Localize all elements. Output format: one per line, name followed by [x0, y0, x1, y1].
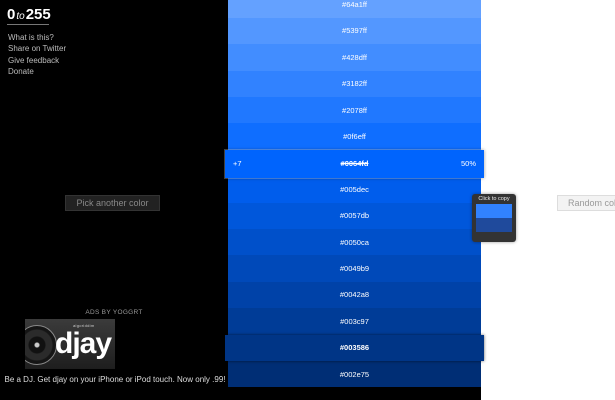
- swatch-row[interactable]: #5397ff: [228, 17, 481, 45]
- swatch-row[interactable]: #0042a8: [228, 281, 481, 309]
- swatch-hex: #003c97: [340, 316, 369, 326]
- swatch-column: #64a1ff #5397ff #428dff #3182ff #2078ff #0f6e…: [225, 0, 484, 400]
- swatch-hex: #3182ff: [342, 79, 367, 89]
- copy-tooltip-swatch-top: [476, 204, 512, 218]
- swatch-hex: #428dff: [342, 52, 367, 62]
- swatch-percent: 50%: [460, 159, 476, 169]
- swatch-row[interactable]: #002e75: [228, 361, 481, 388]
- swatch-hex: #2078ff: [342, 105, 367, 115]
- swatch-hex: #0049b9: [339, 264, 370, 274]
- swatch-row[interactable]: #3182ff: [228, 70, 481, 97]
- logo-underline: [7, 24, 49, 25]
- logo-zero: 0: [7, 6, 16, 23]
- swatch-hex: #0064fd: [340, 159, 369, 169]
- nav-donate[interactable]: Donate: [8, 66, 66, 77]
- swatch-row[interactable]: #0057db: [228, 202, 481, 229]
- swatch-row[interactable]: #0f6eff: [228, 123, 481, 150]
- swatch-row[interactable]: #0049b9: [228, 255, 481, 282]
- swatch-row[interactable]: #005dec: [228, 176, 481, 203]
- pick-another-color-button[interactable]: Pick another color: [65, 195, 160, 211]
- logo-max: 255: [25, 6, 51, 23]
- swatch-step: +7: [233, 159, 242, 169]
- vinyl-disc-icon: [25, 325, 57, 365]
- nav-what-is-this[interactable]: What is this?: [8, 32, 66, 43]
- logo-to: to: [16, 11, 25, 22]
- swatch-hex: #0f6eff: [343, 132, 366, 142]
- copy-tooltip-label: Click to copy: [478, 196, 510, 202]
- swatch-row[interactable]: #003c97: [228, 308, 481, 335]
- swatch-hex: #0057db: [339, 211, 370, 221]
- random-color-button[interactable]: Random color: [557, 195, 615, 211]
- copy-tooltip[interactable]: Click to copy: [472, 194, 516, 242]
- ads-label: ADS BY YOGGRT: [85, 309, 143, 316]
- swatch-hex: #003586: [339, 343, 370, 353]
- swatch-selected[interactable]: #0064fd +7 50%: [225, 149, 484, 179]
- nav-give-feedback[interactable]: Give feedback: [8, 55, 66, 66]
- swatch-row[interactable]: #64a1ff: [228, 0, 481, 18]
- copy-tooltip-swatch-bottom: [476, 218, 512, 232]
- swatch-row[interactable]: #2078ff: [228, 97, 481, 124]
- swatch-hex: #5397ff: [342, 26, 367, 36]
- swatch-hex: #0050ca: [340, 237, 369, 247]
- swatch-hex: #005dec: [340, 184, 369, 194]
- logo[interactable]: 0to255: [7, 6, 51, 23]
- swatch-hex: #64a1ff: [342, 0, 367, 10]
- sidebar: 0to255 What is this? Share on Twitter Gi…: [0, 0, 228, 400]
- swatch-row[interactable]: #003586: [225, 334, 484, 361]
- ad-text[interactable]: Be a DJ. Get djay on your iPhone or iPod…: [4, 374, 226, 385]
- swatch-hex: #002e75: [339, 369, 370, 379]
- ad-brand: djay: [55, 327, 112, 360]
- swatch-hex: #0042a8: [339, 290, 370, 300]
- nav-share-twitter[interactable]: Share on Twitter: [8, 43, 66, 54]
- nav-menu: What is this? Share on Twitter Give feed…: [8, 32, 66, 77]
- swatch-row[interactable]: #428dff: [228, 44, 481, 71]
- swatch-row[interactable]: #0050ca: [228, 229, 481, 256]
- ad-banner-image[interactable]: algoriddim djay: [25, 319, 115, 369]
